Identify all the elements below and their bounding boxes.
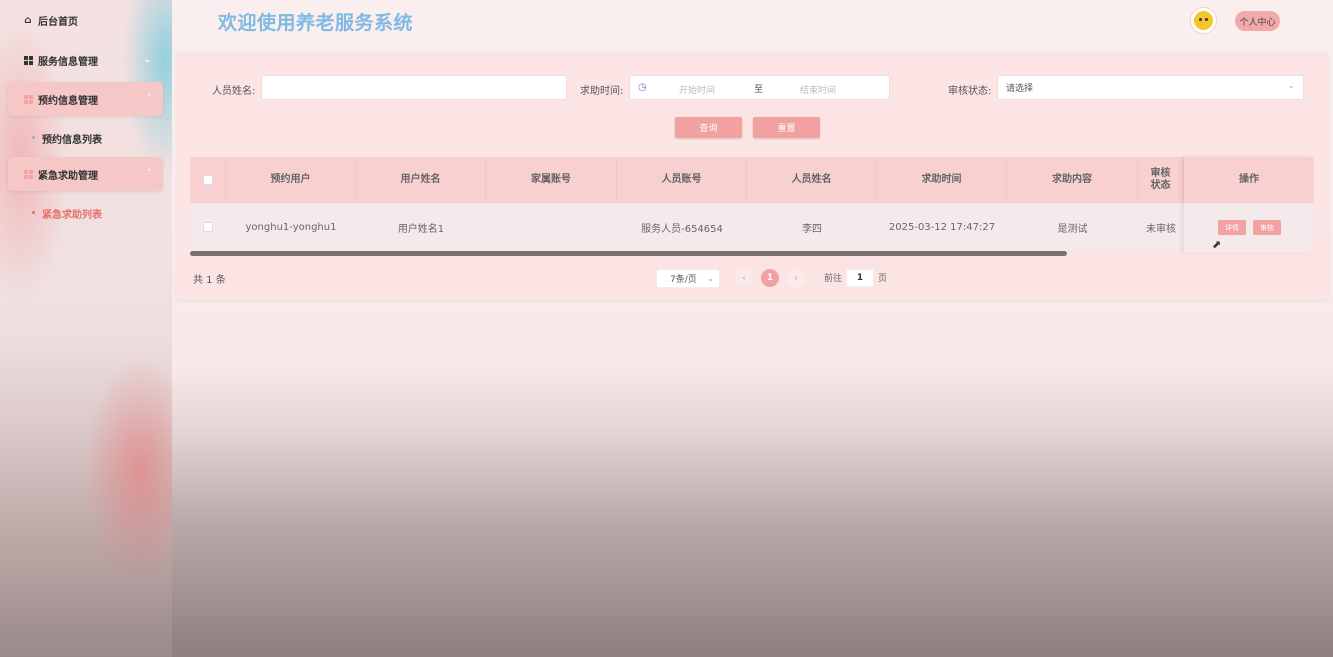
page-size-select[interactable]: 7条/页 ⌄ — [656, 269, 720, 288]
goto-suffix: 页 — [878, 274, 888, 284]
time-label: 求助时间: — [580, 86, 624, 97]
clock-icon: ◷ — [638, 82, 647, 93]
status-select-value: 请选择 — [1006, 84, 1034, 94]
sidebar: ⌂ 后台首页 服务信息管理 ⌄ 预约信息管理 ˆ 预约信息列表 紧急求助管理 ˆ… — [0, 0, 172, 657]
home-icon: ⌂ — [24, 14, 32, 26]
range-separator: 至 — [754, 85, 764, 95]
start-time-input[interactable]: 开始时间 — [679, 83, 715, 96]
avatar-face-icon — [1194, 11, 1213, 30]
sidebar-item-service[interactable]: 服务信息管理 ⌄ — [8, 43, 163, 77]
page-title: 欢迎使用养老服务系统 — [218, 12, 414, 34]
row-select-cell — [190, 203, 226, 251]
sidebar-item-label: 服务信息管理 — [38, 56, 98, 68]
prev-page-button[interactable]: ‹ — [735, 269, 753, 287]
chevron-down-icon: ⌄ — [1287, 81, 1295, 91]
chevron-down-icon: ⌄ — [707, 274, 714, 283]
bullet-icon — [32, 136, 35, 139]
select-all-checkbox[interactable] — [202, 175, 213, 185]
mouse-cursor-icon: ⬈ — [1212, 238, 1222, 251]
current-page-button[interactable]: 1 — [761, 269, 779, 287]
name-label: 人员姓名: — [212, 86, 256, 97]
column-header: 用户姓名 — [356, 157, 486, 203]
cell-review-status: 未审核 — [1146, 223, 1176, 235]
review-button[interactable]: 审核 — [1253, 220, 1281, 235]
avatar[interactable] — [1190, 7, 1217, 34]
chevron-up-icon: ˆ — [146, 169, 152, 179]
column-header: 人员账号 — [617, 157, 747, 203]
status-label: 审核状态: — [948, 86, 992, 97]
cell-help-content: 是测试 — [1057, 223, 1088, 235]
chevron-right-icon: › — [794, 272, 798, 284]
sidebar-item-emergency[interactable]: 紧急求助管理 ˆ — [8, 157, 163, 191]
cell-family-account — [486, 203, 617, 251]
chevron-left-icon: ‹ — [742, 272, 746, 284]
row-checkbox[interactable] — [203, 222, 213, 232]
sidebar-subitem-emergency-list[interactable]: 紧急求助列表 — [42, 206, 102, 221]
sidebar-item-label: 后台首页 — [38, 16, 78, 28]
chevron-down-icon: ⌄ — [143, 55, 151, 65]
grid-icon — [22, 93, 34, 105]
column-header: 家属账号 — [486, 157, 617, 203]
end-time-input[interactable]: 结束时间 — [800, 83, 836, 96]
cell-help-time: 2025-03-12 17:47:27 — [888, 221, 996, 233]
column-header: 求助时间 — [877, 157, 1007, 203]
column-header: 人员姓名 — [747, 157, 877, 203]
status-select[interactable]: 请选择 ⌄ — [997, 75, 1304, 100]
page-size-value: 7条/页 — [670, 275, 697, 285]
horizontal-scrollbar[interactable] — [190, 251, 1067, 256]
sidebar-item-home[interactable]: ⌂ 后台首页 — [8, 3, 163, 37]
goto-prefix: 前往 — [824, 274, 843, 284]
table-header: 预约用户 用户姓名 家属账号 人员账号 人员姓名 求助时间 求助内容 审核状态 … — [190, 157, 1314, 203]
cell-user-name: 用户姓名1 — [397, 223, 445, 235]
grid-icon — [22, 54, 34, 66]
next-page-button[interactable]: › — [787, 269, 805, 287]
reset-button[interactable]: 重置 — [753, 117, 820, 138]
select-all-cell — [190, 157, 226, 203]
sidebar-item-booking[interactable]: 预约信息管理 ˆ — [8, 82, 163, 116]
column-header: 审核状态 — [1138, 157, 1184, 203]
bullet-icon — [32, 211, 35, 214]
column-header: 求助内容 — [1007, 157, 1138, 203]
sidebar-item-label: 预约信息管理 — [38, 95, 98, 107]
cell-staff-name: 李四 — [802, 223, 822, 235]
column-header: 预约用户 — [226, 157, 356, 203]
cell-booking-user: yonghu1-yonghu1 — [245, 221, 337, 233]
detail-button[interactable]: 详情 — [1218, 220, 1246, 235]
sidebar-item-label: 紧急求助管理 — [38, 170, 98, 182]
chevron-up-icon: ˆ — [146, 94, 152, 104]
table-row: yonghu1-yonghu1 用户姓名1 服务人员-654654 李四 202… — [190, 203, 1314, 251]
total-count: 共 1 条 — [193, 275, 226, 286]
goto-page-input[interactable]: 1 — [846, 269, 874, 287]
sidebar-subitem-booking-list[interactable]: 预约信息列表 — [42, 131, 102, 146]
name-input[interactable] — [261, 75, 567, 100]
grid-icon — [22, 168, 34, 180]
profile-button[interactable]: 个人中心 — [1235, 11, 1280, 31]
operations-column — [1184, 157, 1314, 253]
cell-staff-account: 服务人员-654654 — [641, 223, 723, 235]
query-button[interactable]: 查询 — [675, 117, 742, 138]
